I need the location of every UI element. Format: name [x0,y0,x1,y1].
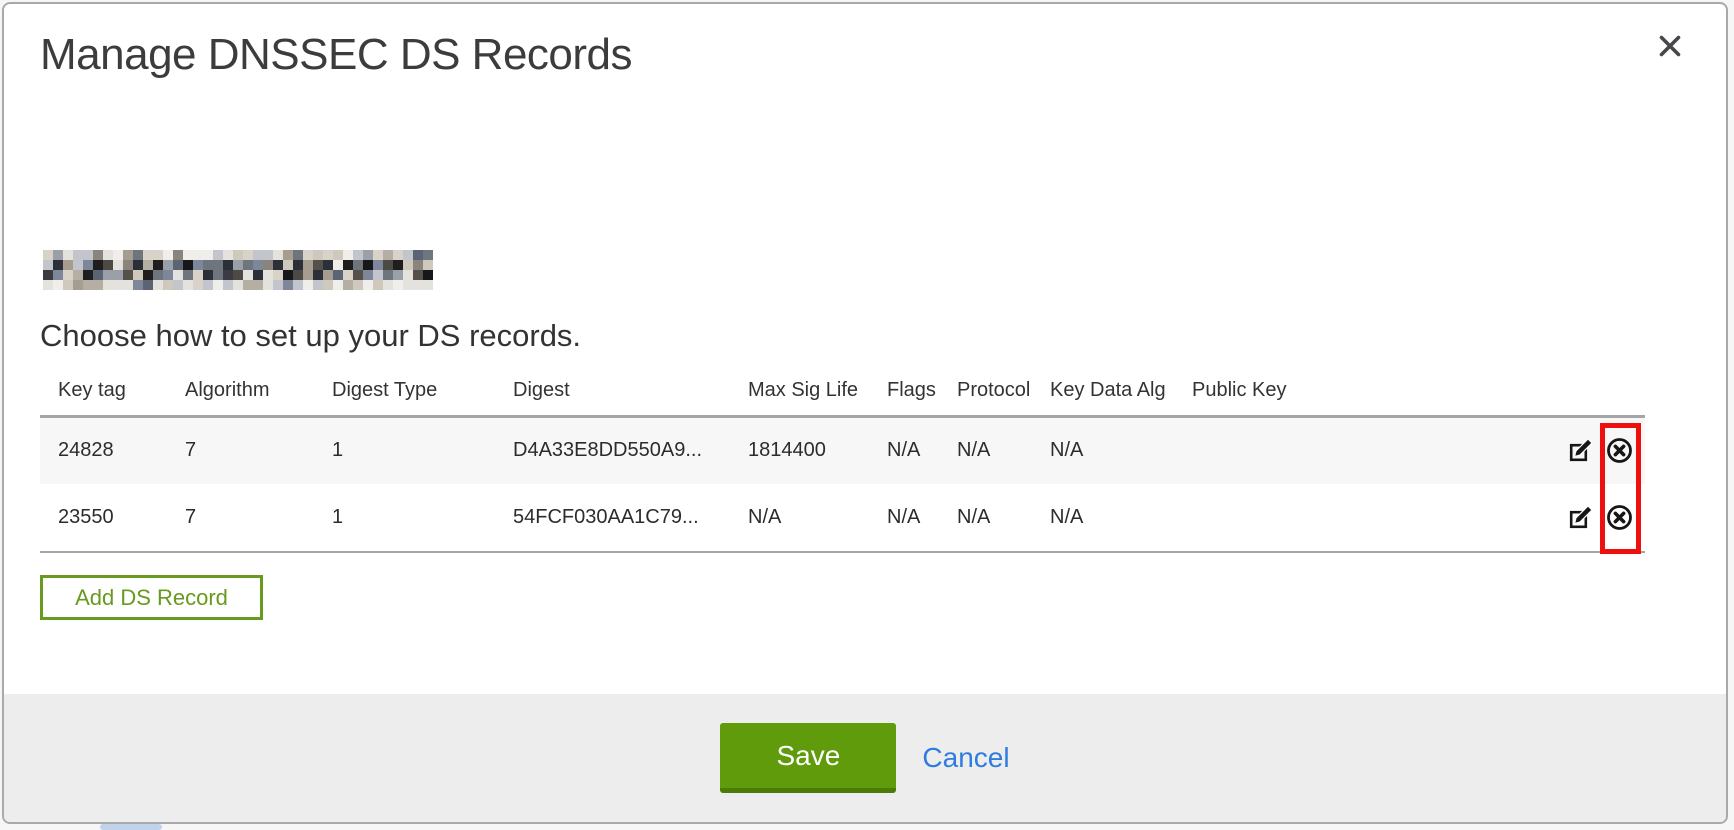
cell-digest-type: 1 [314,484,495,552]
column-header-max-sig-life: Max Sig Life [730,366,869,416]
cell-algorithm: 7 [167,484,314,552]
column-header-digest: Digest [495,366,730,416]
cell-algorithm: 7 [167,416,314,484]
table-row: 24828 7 1 D4A33E8DD550A9... 1814400 N/A … [40,416,1645,484]
column-header-algorithm: Algorithm [167,366,314,416]
close-icon [1656,32,1684,60]
add-ds-record-button[interactable]: Add DS Record [40,575,263,620]
pixelation-mosaic [43,250,433,290]
table-row: 23550 7 1 54FCF030AA1C79... N/A N/A N/A … [40,484,1645,552]
cell-key-data-alg: N/A [1032,484,1174,552]
column-header-digest-type: Digest Type [314,366,495,416]
cell-protocol: N/A [939,416,1032,484]
cell-digest: 54FCF030AA1C79... [495,484,730,552]
cell-digest: D4A33E8DD550A9... [495,416,730,484]
edit-record-button[interactable] [1568,438,1593,463]
ds-records-table: Key tag Algorithm Digest Type Digest Max… [40,366,1645,553]
dialog-title: Manage DNSSEC DS Records [40,30,632,80]
cell-max-sig-life: N/A [730,484,869,552]
column-header-flags: Flags [869,366,939,416]
cell-flags: N/A [869,484,939,552]
manage-dnssec-ds-records-dialog: Manage DNSSEC DS Records Choose how to s… [2,2,1728,824]
close-button[interactable] [1652,28,1688,64]
delete-record-button[interactable] [1606,437,1633,464]
redacted-domain-name [43,250,433,290]
dialog-footer: Save Cancel [4,694,1726,822]
edit-record-button[interactable] [1568,505,1593,530]
cell-key-data-alg: N/A [1032,416,1174,484]
background-page-fragment [100,824,162,830]
cell-protocol: N/A [939,484,1032,552]
save-button[interactable]: Save [720,723,896,793]
cell-actions [1559,484,1645,552]
column-header-public-key: Public Key [1174,366,1559,416]
cell-digest-type: 1 [314,416,495,484]
cell-max-sig-life: 1814400 [730,416,869,484]
column-header-key-tag: Key tag [40,366,167,416]
delete-record-button[interactable] [1606,504,1633,531]
cell-actions [1559,416,1645,484]
edit-icon [1568,438,1593,463]
column-header-protocol: Protocol [939,366,1032,416]
cell-flags: N/A [869,416,939,484]
edit-icon [1568,505,1593,530]
circle-x-icon [1606,504,1633,531]
cell-key-tag: 24828 [40,416,167,484]
table-body: 24828 7 1 D4A33E8DD550A9... 1814400 N/A … [40,416,1645,552]
setup-instruction-text: Choose how to set up your DS records. [40,318,581,354]
cell-key-tag: 23550 [40,484,167,552]
column-header-actions [1559,366,1645,416]
circle-x-icon [1606,437,1633,464]
column-header-key-data-alg: Key Data Alg [1032,366,1174,416]
cancel-link[interactable]: Cancel [922,742,1009,774]
cell-public-key [1174,484,1559,552]
table-header-row: Key tag Algorithm Digest Type Digest Max… [40,366,1645,416]
cell-public-key [1174,416,1559,484]
